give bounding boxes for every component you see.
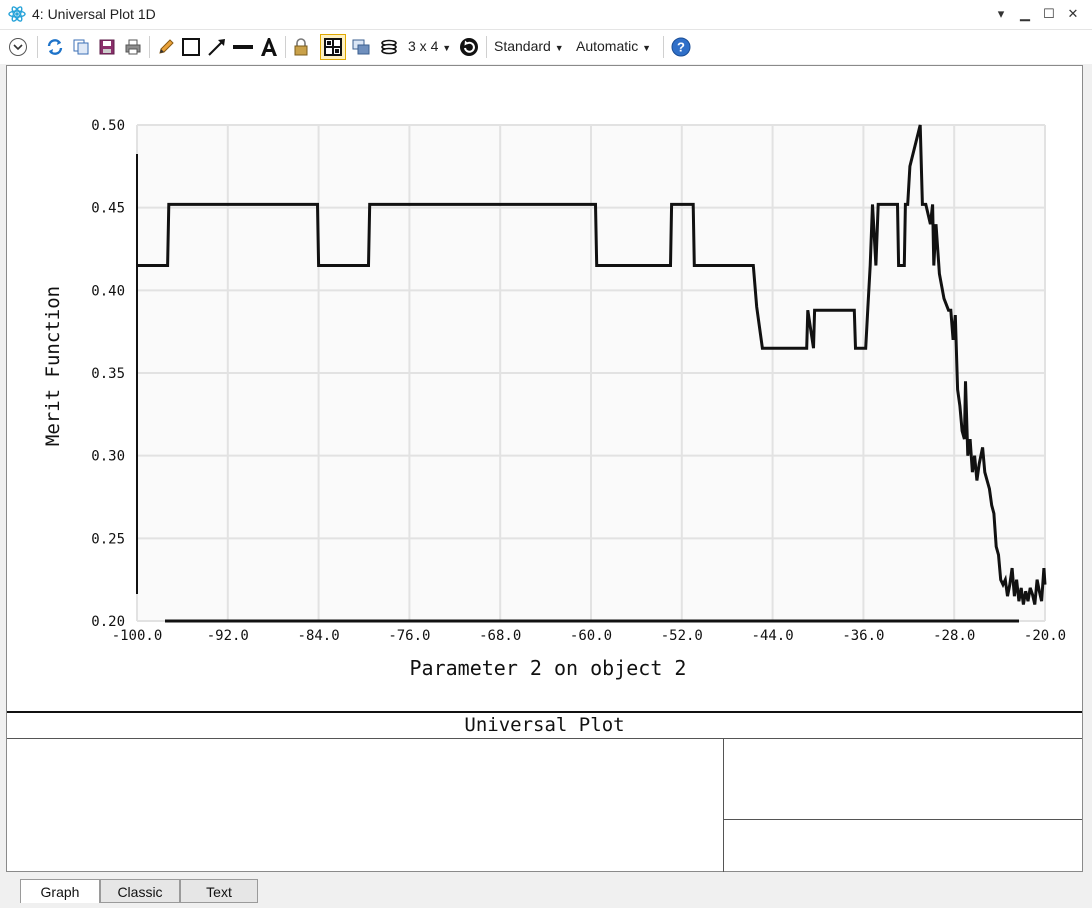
x-tick-label: -84.0 [298,628,340,644]
y-tick-label: 0.40 [91,283,125,299]
lock-button[interactable] [290,34,312,60]
x-tick-label: -44.0 [752,628,794,644]
toolbar-separator [663,36,664,58]
layout-3x4-dropdown[interactable]: 3 x 4 ▼ [408,38,451,54]
footer-divider [7,738,1082,739]
help-icon: ? [671,37,691,57]
y-tick-label: 0.30 [91,449,125,465]
x-tick-label: -28.0 [933,628,975,644]
print-button[interactable] [121,34,145,60]
standard-dropdown[interactable]: Standard ▼ [494,38,564,54]
rectangle-icon [182,38,200,56]
toolbar-separator [149,36,150,58]
dropdown-arrow-icon: ▼ [642,43,652,53]
close-icon[interactable]: ✕ [1062,4,1084,24]
rotate-icon [460,38,478,56]
save-button[interactable] [95,34,119,60]
help-button[interactable]: ? [669,34,693,60]
x-tick-label: -100.0 [112,628,163,644]
window-menu-dropdown-icon[interactable]: ▾ [990,4,1012,24]
rotate-button[interactable] [457,34,481,60]
dropdown-arrow-icon: ▼ [442,43,452,53]
x-tick-label: -92.0 [207,628,249,644]
tab-classic[interactable]: Classic [100,879,180,903]
draw-arrow-button[interactable] [205,34,229,60]
dropdown-arrow-icon: ▼ [554,43,564,53]
merit-function-chart: -100.0 -92.0 -84.0 -76.0 -68.0 -60.0 -52.0 -44.… [42,118,1066,680]
graph-panel: -100.0 -92.0 -84.0 -76.0 -68.0 -60.0 -52.0 -44.… [6,65,1083,872]
x-tick-label: -68.0 [479,628,521,644]
x-tick-label: -76.0 [388,628,430,644]
bottom-tab-bar: Graph Classic Text [0,873,1092,908]
tab-graph[interactable]: Graph [20,879,100,903]
y-tick-label: 0.20 [91,614,125,630]
footer-right-divider [723,819,1082,820]
toolbar-separator [285,36,286,58]
svg-text:?: ? [677,40,685,55]
pencil-icon [159,39,174,54]
x-tick-label: -60.0 [570,628,612,644]
layers-button[interactable] [377,34,401,60]
window-title: 4: Universal Plot 1D [32,6,156,22]
draw-pencil-button[interactable] [154,34,178,60]
add-text-button[interactable] [257,34,281,60]
text-a-icon [261,38,277,56]
footer-vertical-divider [723,738,724,872]
x-tick-label: -36.0 [842,628,884,644]
copy-button[interactable] [69,34,93,60]
toolbar-separator [37,36,38,58]
printer-icon [125,39,141,55]
automatic-dropdown[interactable]: Automatic ▼ [576,38,651,54]
save-icon [99,39,115,55]
automatic-label: Automatic [576,38,639,54]
draw-line-button[interactable] [231,34,255,60]
toolbar-separator [486,36,487,58]
arrow-icon [208,39,225,56]
standard-label: Standard [494,38,551,54]
grid-toggle-button[interactable] [320,34,346,60]
line-icon [233,45,253,49]
windows-icon [352,39,370,55]
y-tick-label: 0.35 [91,366,125,382]
y-tick-label: 0.45 [91,201,125,217]
maximize-icon[interactable]: ☐ [1038,4,1060,24]
chevron-down-circle-icon [9,38,27,56]
settings-expand-button[interactable] [6,34,30,60]
x-axis-label: Parameter 2 on object 2 [410,656,687,680]
layout-label: 3 x 4 [408,38,439,54]
y-tick-label: 0.50 [91,118,125,134]
y-axis-label: Merit Function [42,286,64,446]
title-bar: 4: Universal Plot 1D ▾ ▁ ☐ ✕ [0,0,1092,30]
minimize-icon[interactable]: ▁ [1014,4,1036,24]
plot-area[interactable]: -100.0 -92.0 -84.0 -76.0 -68.0 -60.0 -52.0 -44.… [7,66,1082,711]
atom-app-icon [8,6,26,22]
layers-icon [381,39,397,55]
copy-icon [73,39,89,55]
draw-rectangle-button[interactable] [179,34,203,60]
refresh-button[interactable] [43,34,67,60]
y-tick-label: 0.25 [91,531,125,547]
refresh-icon [47,39,63,55]
grid-icon [324,38,342,56]
x-tick-label: -52.0 [661,628,703,644]
tab-text[interactable]: Text [180,879,258,903]
x-tick-label: -20.0 [1024,628,1066,644]
footer-title: Universal Plot [464,714,625,736]
toolbar: 3 x 4 ▼ Standard ▼ Automatic ▼ ? [0,30,1092,64]
window-layout-button[interactable] [349,34,373,60]
lock-icon [294,38,308,56]
